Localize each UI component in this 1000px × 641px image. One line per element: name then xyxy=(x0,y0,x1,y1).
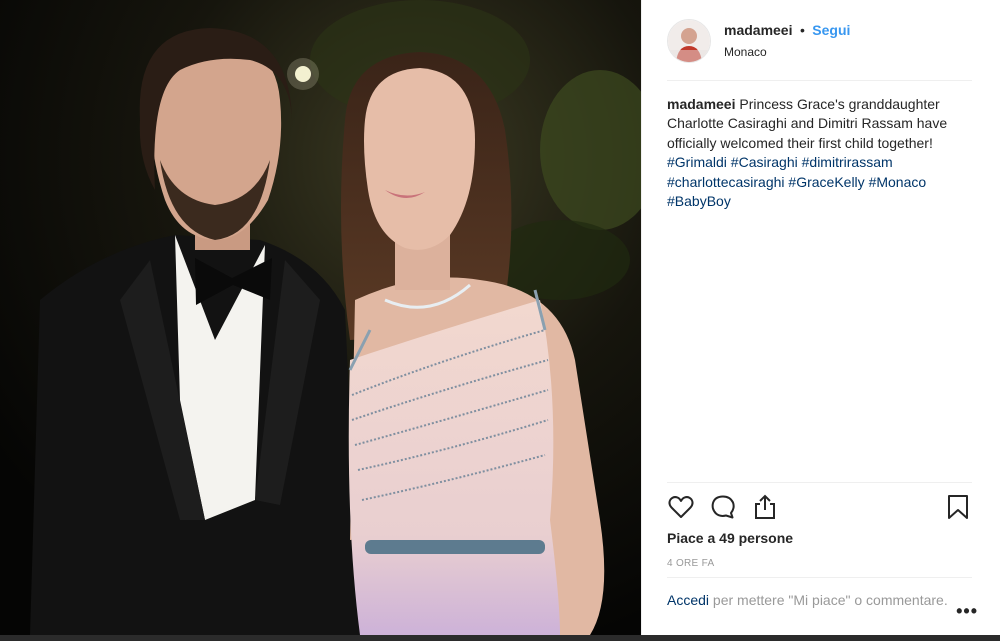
heart-icon[interactable] xyxy=(667,493,695,521)
hashtag-charlottecasiraghi[interactable]: #charlottecasiraghi xyxy=(667,174,785,190)
avatar-image xyxy=(668,19,710,62)
login-link[interactable]: Accedi xyxy=(667,592,709,608)
hashtag-casiraghi[interactable]: #Casiraghi xyxy=(731,154,798,170)
comment-icon[interactable] xyxy=(709,493,737,521)
caption-username[interactable]: madameei xyxy=(667,96,735,112)
login-prompt-text: per mettere "Mi piace" o commentare. xyxy=(712,592,948,608)
post-time[interactable]: 4 ORE FA xyxy=(667,558,714,569)
hashtag-grimaldi[interactable]: #Grimaldi xyxy=(667,154,727,170)
hashtag-babyboy[interactable]: #BabyBoy xyxy=(667,193,731,209)
instagram-post: madameei • Segui Monaco madameei Princes… xyxy=(0,0,1000,635)
login-prompt: Accedi per mettere "Mi piace" o commenta… xyxy=(667,577,972,610)
header-text: madameei • Segui Monaco xyxy=(724,22,850,59)
avatar[interactable] xyxy=(667,18,711,63)
bookmark-icon[interactable] xyxy=(944,493,972,521)
caption: madameei Princess Grace's granddaughter … xyxy=(667,95,957,211)
more-options-icon[interactable]: ••• xyxy=(956,601,978,622)
likes-count[interactable]: Piace a 49 persone xyxy=(667,530,793,546)
share-icon[interactable] xyxy=(751,493,779,521)
follow-button[interactable]: Segui xyxy=(812,22,850,38)
hashtag-monaco[interactable]: #Monaco xyxy=(869,174,927,190)
post-header: madameei • Segui Monaco xyxy=(642,0,1000,81)
hashtag-gracekelly[interactable]: #GraceKelly xyxy=(788,174,864,190)
username-link[interactable]: madameei xyxy=(724,22,792,38)
post-sidebar: madameei • Segui Monaco madameei Princes… xyxy=(641,0,1000,635)
post-photo[interactable] xyxy=(0,0,641,635)
action-bar xyxy=(667,482,972,533)
photo-image xyxy=(0,0,641,635)
hashtag-dimitrirassam[interactable]: #dimitrirassam xyxy=(802,154,893,170)
separator-dot: • xyxy=(799,22,805,38)
location-link[interactable]: Monaco xyxy=(724,45,850,59)
